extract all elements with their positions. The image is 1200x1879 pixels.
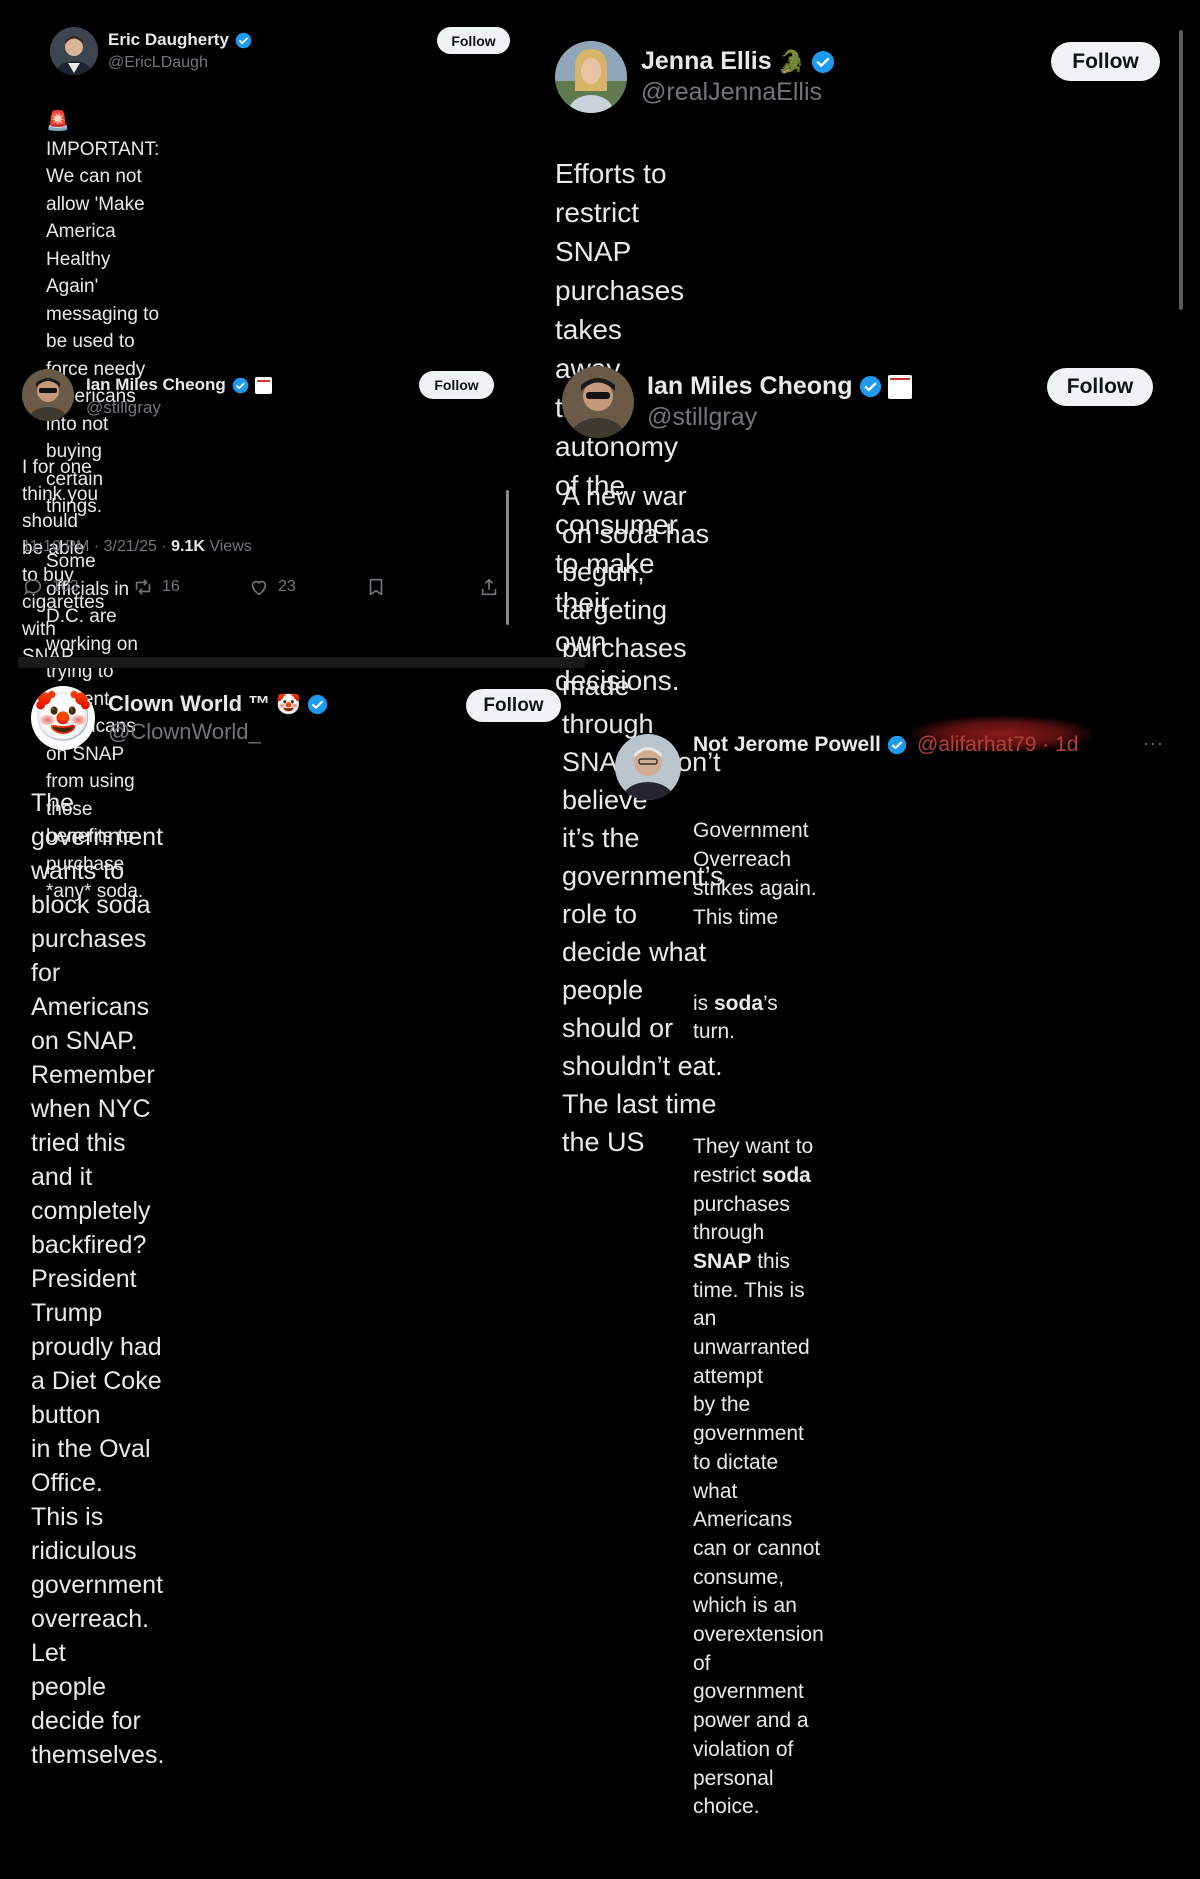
tweet-line-1: Government Overreach strikes again. This… <box>693 819 823 929</box>
verified-badge-icon <box>812 50 835 73</box>
view-count: 9.1K <box>171 538 205 555</box>
verified-badge-icon <box>232 377 249 393</box>
verified-badge-icon <box>235 32 252 48</box>
avatar-image <box>562 366 634 438</box>
author-handle[interactable]: @realJennaEllis <box>641 78 822 107</box>
author-name[interactable]: Clown World ™ 🤡 <box>108 691 328 717</box>
tweet-text: Government Overreach strikes again. This… <box>693 760 824 1879</box>
clown-icon: 🤡 <box>33 691 93 744</box>
tweet-text: The government wants to block soda purch… <box>31 789 165 1769</box>
bookmark-button[interactable] <box>365 576 387 598</box>
follow-button[interactable]: Follow <box>1051 42 1160 81</box>
verified-badge-icon <box>307 694 328 714</box>
follow-button[interactable]: Follow <box>466 689 561 722</box>
scrollbar[interactable] <box>506 490 509 625</box>
affiliate-badge-icon <box>254 376 272 394</box>
avatar[interactable]: 🤡 <box>31 686 95 750</box>
avatar-image <box>555 41 627 113</box>
avatar[interactable] <box>555 41 627 113</box>
follow-button[interactable]: Follow <box>437 27 510 54</box>
siren-icon: 🚨 <box>46 111 70 132</box>
author-name[interactable]: Ian Miles Cheong <box>647 372 912 401</box>
tweet-paragraph-2: They want to restrict soda purchases thr… <box>693 1135 824 1819</box>
author-handle[interactable]: @stillgray <box>647 403 757 432</box>
clown-icon: 🤡 <box>276 693 302 716</box>
author-handle[interactable]: @ClownWorld_ <box>108 719 261 745</box>
like-button[interactable]: 23 <box>248 576 296 598</box>
author-handle[interactable]: @stillgray <box>86 398 161 418</box>
share-button[interactable] <box>478 576 500 598</box>
bookmark-icon <box>369 578 383 596</box>
tweet-text: I for one think you should be able to bu… <box>22 457 105 667</box>
author-name[interactable]: Not Jerome Powell <box>693 733 907 757</box>
verified-badge-icon <box>859 375 881 398</box>
scrollbar[interactable] <box>1179 30 1183 310</box>
avatar-image <box>22 369 74 421</box>
share-icon <box>481 578 497 596</box>
avatar-image <box>615 734 681 800</box>
repost-button[interactable]: 16 <box>132 576 180 598</box>
tweet-line-2: is soda’s turn. <box>693 991 784 1044</box>
avatar[interactable] <box>22 369 74 421</box>
author-handle[interactable]: @EricLDaugh <box>108 54 208 72</box>
author-handle[interactable]: @alifarhat79 · 1d <box>917 733 1078 757</box>
author-name[interactable]: Ian Miles Cheong <box>86 375 272 395</box>
avatar-image <box>50 27 98 75</box>
follow-button[interactable]: Follow <box>1047 368 1153 406</box>
follow-button[interactable]: Follow <box>419 371 494 399</box>
tweet-timestamp: 11:10 PM · 3/21/25 · 9.1K Views <box>22 538 252 555</box>
affiliate-badge-icon <box>887 374 912 399</box>
avatar[interactable] <box>615 734 681 800</box>
heart-icon <box>251 580 267 596</box>
avatar[interactable] <box>562 366 634 438</box>
author-name[interactable]: Jenna Ellis 🐊 <box>641 47 835 76</box>
reply-button[interactable]: 103 <box>22 576 79 598</box>
more-options-button[interactable]: ··· <box>1143 733 1164 754</box>
verified-badge-icon <box>887 735 907 755</box>
author-name[interactable]: Eric Daugherty <box>108 30 252 50</box>
avatar[interactable] <box>50 27 98 75</box>
repost-icon <box>135 579 151 595</box>
alligator-icon: 🐊 <box>777 48 806 74</box>
divider <box>18 657 585 668</box>
reply-icon <box>24 579 42 596</box>
